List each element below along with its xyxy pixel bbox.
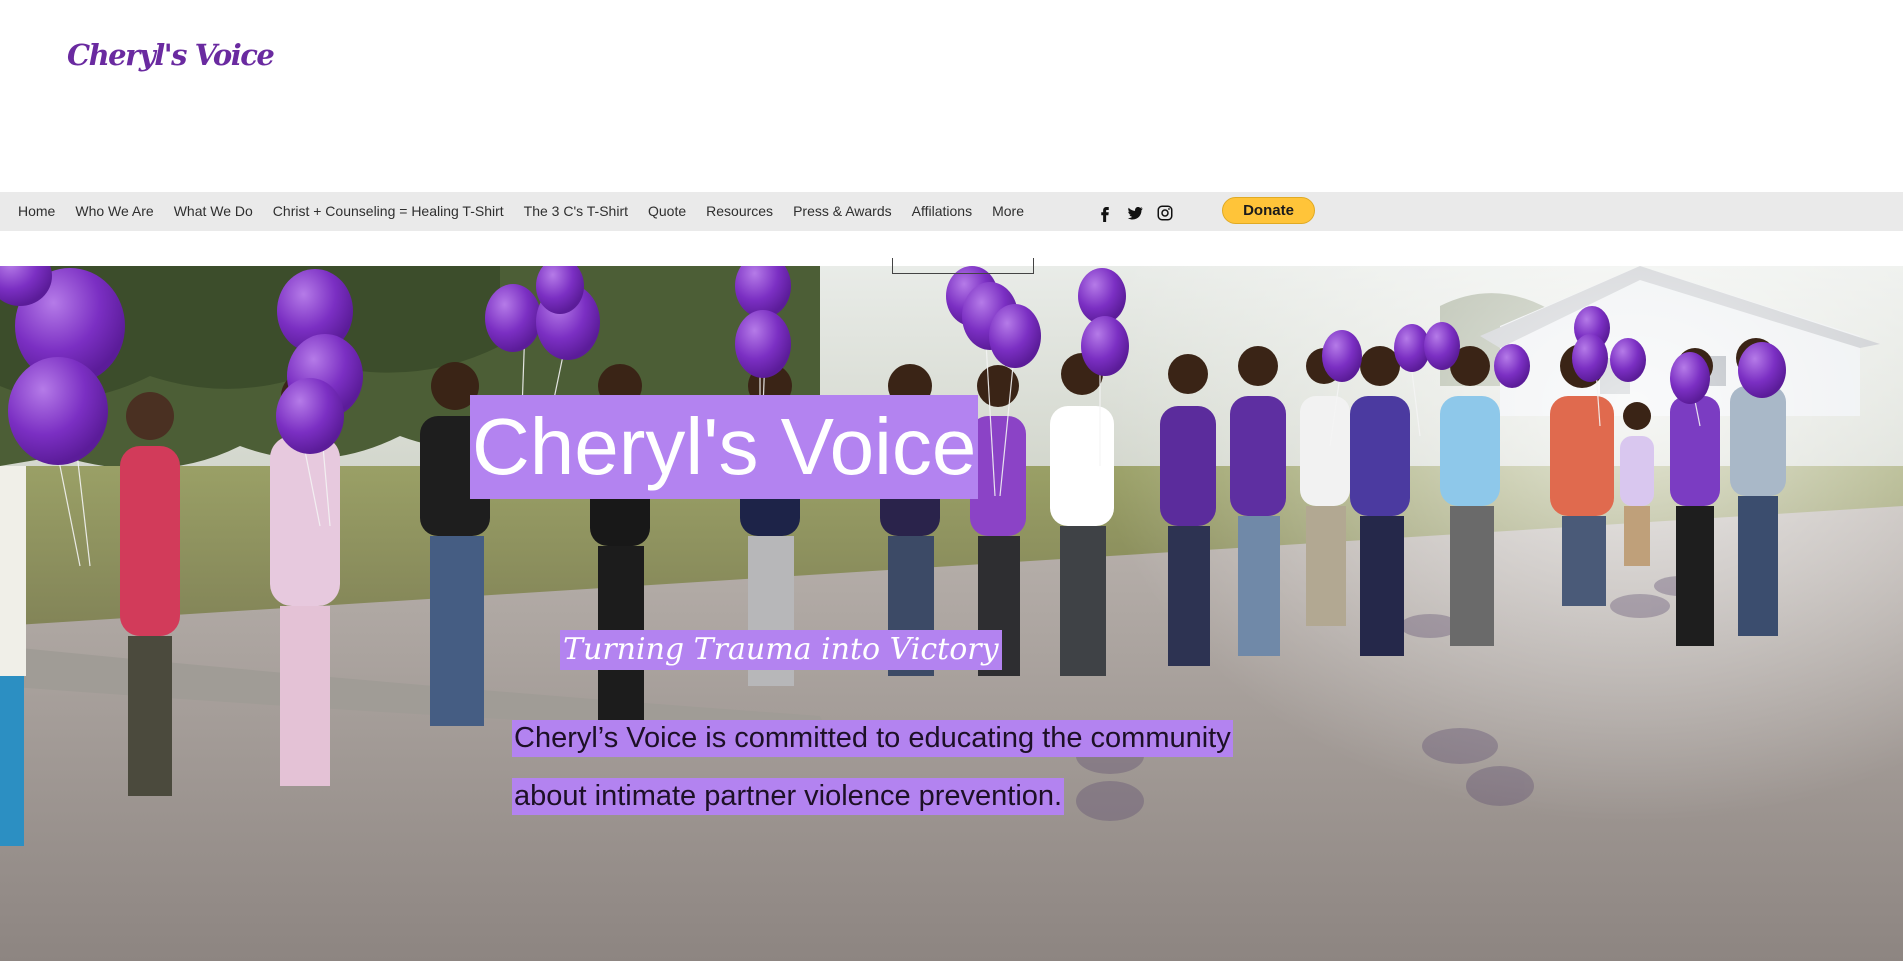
nav-item-what-we-do[interactable]: What We Do [164,192,263,231]
nav-item-home[interactable]: Home [8,192,65,231]
nav-item-3cs-tshirt[interactable]: The 3 C's T-Shirt [514,192,638,231]
nav-item-affiliations[interactable]: Affilations [902,192,982,231]
site-header: Cheryl's Voice [0,0,1903,192]
main-nav: Home Who We Are What We Do Christ + Coun… [0,192,1903,231]
social-bar [1096,204,1174,222]
nav-item-resources[interactable]: Resources [696,192,783,231]
hero-background-photo [0,266,1903,961]
hero-description-line-2: about intimate partner violence preventi… [512,778,1065,815]
hero-description: Cheryl’s Voice is committed to educating… [512,720,1233,836]
nav-item-quote[interactable]: Quote [638,192,696,231]
donate-button[interactable]: Donate [1222,197,1315,224]
hero-tagline: Turning Trauma into Victory [560,630,1002,670]
site-logo[interactable]: Cheryl's Voice [67,38,275,72]
nav-item-press-awards[interactable]: Press & Awards [783,192,902,231]
nav-item-healing-tshirt[interactable]: Christ + Counseling = Healing T-Shirt [263,192,514,231]
nav-list: Home Who We Are What We Do Christ + Coun… [8,192,1034,231]
facebook-icon[interactable] [1096,204,1114,222]
hero-decorative-tab [892,258,1034,274]
hero-section [0,266,1903,961]
nav-item-who-we-are[interactable]: Who We Are [65,192,163,231]
hero-description-line-1: Cheryl’s Voice is committed to educating… [512,720,1233,757]
instagram-icon[interactable] [1156,204,1174,222]
twitter-icon[interactable] [1126,204,1144,222]
hero-title: Cheryl's Voice [470,395,979,499]
nav-item-more[interactable]: More [982,192,1034,231]
